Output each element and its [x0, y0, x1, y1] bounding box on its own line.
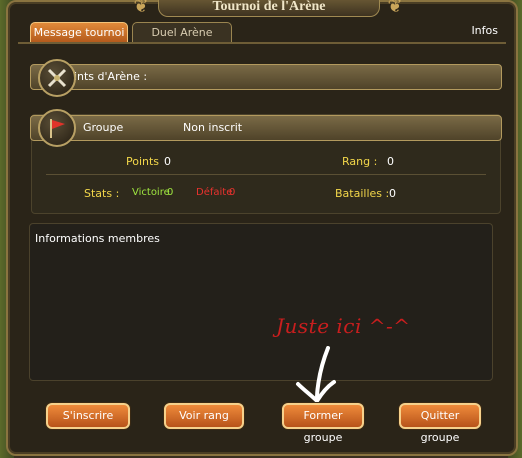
quit-group-button[interactable]: Quitter groupe: [399, 403, 481, 444]
tab-message-tournoi[interactable]: Message tournoi: [30, 22, 128, 43]
window-title: Tournoi de l'Arène: [212, 0, 326, 14]
title-ornament-left-icon: ❦: [133, 0, 149, 17]
defeats-value: 0: [229, 187, 236, 198]
title-bar: Tournoi de l'Arène: [158, 0, 380, 17]
stats-divider: [46, 174, 486, 175]
members-panel: Informations membres: [29, 223, 493, 381]
rank-value: 0: [387, 155, 394, 168]
victories-label: Victoire: [132, 187, 170, 198]
form-group-button[interactable]: Former groupe: [282, 403, 364, 444]
points-value: 0: [164, 155, 171, 168]
tab-underline: [18, 42, 506, 44]
victories-value: 0: [167, 187, 174, 198]
infos-link[interactable]: Infos: [471, 24, 498, 37]
arena-points-header: Points d'Arène :: [30, 64, 502, 90]
rank-label: Rang :: [342, 155, 378, 168]
red-flag-icon: [38, 109, 76, 147]
points-label: Points: [126, 155, 160, 168]
tab-duel-arene[interactable]: Duel Arène: [132, 22, 232, 43]
view-rank-button[interactable]: Voir rang: [164, 403, 244, 429]
members-title: Informations membres: [35, 232, 160, 245]
group-status: Non inscrit: [183, 121, 243, 134]
group-header: Groupe Non inscrit: [30, 115, 502, 141]
battles-value: 0: [389, 187, 396, 200]
hand-drawn-arrow-icon: [296, 346, 336, 404]
title-ornament-right-icon: ❦: [387, 0, 403, 17]
battles-label: Batailles :: [335, 187, 390, 200]
defeats-label: Défaite: [196, 187, 233, 198]
stats-label: Stats :: [84, 187, 120, 200]
crossed-swords-icon: [38, 59, 76, 97]
group-label: Groupe: [83, 121, 124, 134]
annotation-text: Juste ici ^-^: [276, 314, 411, 338]
arena-tournament-window: ❦ Tournoi de l'Arène ❦ Message tournoi D…: [6, 0, 518, 456]
register-button[interactable]: S'inscrire: [46, 403, 130, 429]
